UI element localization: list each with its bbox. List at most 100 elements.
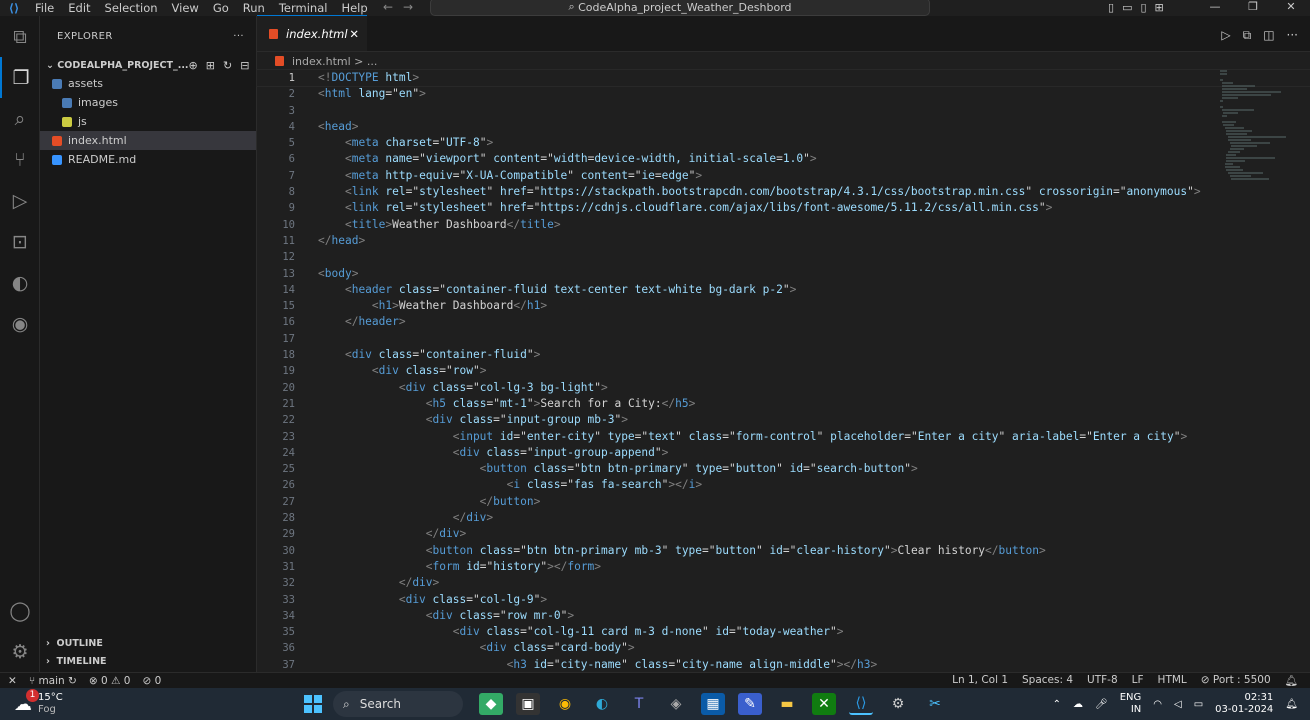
start-button[interactable] [304,695,322,713]
code-line[interactable]: 36 <div class="card-body"> [257,640,1310,656]
language-indicator[interactable]: ENG IN [1120,692,1142,716]
xbox-icon[interactable]: ✕ [812,693,836,715]
code-line[interactable]: 18 <div class="container-fluid"> [257,347,1310,363]
search-activity-icon[interactable]: ⌕ [0,98,40,139]
tab-index-html[interactable]: index.html ✕ [257,15,367,51]
snipping-tool-icon[interactable]: ✂ [923,693,947,715]
live-server-port[interactable]: ⊘ Port : 5500 [1201,674,1271,687]
settings-taskbar-icon[interactable]: ⚙ [886,693,910,715]
copilot-icon[interactable]: ◆ [479,693,503,715]
taskbar-search[interactable]: ⌕ Search [333,691,463,717]
run-debug-icon[interactable]: ▷ [0,180,40,221]
code-line[interactable]: 7 <meta http-equiv="X-UA-Compatible" con… [257,168,1310,184]
code-line[interactable]: 5 <meta charset="UTF-8"> [257,135,1310,151]
gitlens-icon[interactable]: ◐ [0,262,40,303]
cursor-position[interactable]: Ln 1, Col 1 [952,674,1008,687]
files-activity-icon[interactable]: ❐ [0,57,40,98]
vscode-taskbar-icon[interactable]: ⟨⟩ [849,693,873,715]
show-hidden-icons-icon[interactable]: ⌃ [1053,699,1061,710]
code-editor[interactable]: 1 <!DOCTYPE html> 2 <html lang="en"> 3 4 <head… [256,68,1310,672]
split-editor-icon[interactable]: ◫ [1263,28,1274,43]
menu-selection[interactable]: Selection [98,1,165,15]
extension-icon[interactable]: ◉ [0,303,40,344]
code-line[interactable]: 1 <!DOCTYPE html> [256,68,1310,88]
code-line[interactable]: 31 <form id="history"></form> [257,559,1310,575]
clock[interactable]: 02:31 03-01-2024 [1215,692,1273,716]
file-tree-item[interactable]: js [40,112,256,131]
explorer-activity-icon[interactable]: ⧉ [0,16,40,57]
code-line[interactable]: 8 <link rel="stylesheet" href="https://s… [257,184,1310,200]
explorer-actions[interactable]: ⊕⊞↻⊟ [189,59,258,72]
code-line[interactable]: 17 [257,331,1310,347]
code-line[interactable]: 32 </div> [257,575,1310,591]
notifications-icon[interactable]: 🔔︎ [1285,674,1298,687]
more-icon[interactable]: ··· [1287,28,1298,43]
menu-view[interactable]: View [165,1,206,15]
file-explorer-icon[interactable]: ▬ [775,693,799,715]
pen-app-icon[interactable]: ✎ [738,693,762,715]
run-icon[interactable]: ▷ [1221,28,1230,43]
toggle-panel-icon[interactable]: ▭ [1122,1,1132,14]
code-line[interactable]: 16 </header> [257,314,1310,330]
battery-icon[interactable]: ▭ [1194,699,1203,710]
code-line[interactable]: 23 <input id="enter-city" type="text" cl… [257,429,1310,445]
code-line[interactable]: 13 <body> [257,266,1310,282]
code-line[interactable]: 10 <title>Weather Dashboard</title> [257,217,1310,233]
store-icon[interactable]: ▦ [701,693,725,715]
file-tree-item[interactable]: assets [40,74,256,93]
code-line[interactable]: 14 <header class="container-fluid text-c… [257,282,1310,298]
menu-file[interactable]: File [28,1,61,15]
code-line[interactable]: 9 <link rel="stylesheet" href="https://c… [257,200,1310,216]
ports-indicator[interactable]: ⊘ 0 [142,675,161,687]
app-icon[interactable]: ◈ [664,693,688,715]
open-preview-icon[interactable]: ⧉ [1243,28,1252,43]
task-view-icon[interactable]: ▣ [516,693,540,715]
nav-arrows[interactable]: ←→ [383,0,423,14]
code-line[interactable]: 3 [257,103,1310,119]
code-line[interactable]: 2 <html lang="en"> [257,86,1310,102]
code-line[interactable]: 34 <div class="row mr-0"> [257,608,1310,624]
file-tree-item[interactable]: README.md [40,150,256,169]
code-line[interactable]: 24 <div class="input-group-append"> [257,445,1310,461]
settings-gear-icon[interactable]: ⚙ [0,631,40,672]
timeline-section[interactable]: › TIMELINE [40,652,257,670]
toggle-secondary-sidebar-icon[interactable]: ▯ [1140,1,1146,14]
encoding[interactable]: UTF-8 [1087,674,1118,687]
menu-terminal[interactable]: Terminal [272,1,335,15]
command-center-search[interactable]: ⌕ CodeAlpha_project_Weather_Deshbord [430,0,930,16]
file-tree-item[interactable]: index.html [40,131,256,150]
code-line[interactable]: 6 <meta name="viewport" content="width=d… [257,151,1310,167]
notification-bell-icon[interactable]: 🔔︎ [1285,699,1298,710]
code-line[interactable]: 19 <div class="row"> [257,363,1310,379]
minimize-button[interactable]: — [1196,0,1234,13]
remote-indicator-icon[interactable]: ✕ [8,675,17,687]
source-control-icon[interactable]: ⑂ [0,139,40,180]
branch-indicator[interactable]: ⑂ main ↻ [29,675,77,687]
remote-explorer-icon[interactable]: ⊡ [0,221,40,262]
code-line[interactable]: 35 <div class="col-lg-11 card m-3 d-none… [257,624,1310,640]
menu-run[interactable]: Run [236,1,272,15]
onedrive-icon[interactable]: ☁ [1073,699,1083,710]
microphone-icon[interactable]: 🎤︎ [1095,699,1108,710]
code-line[interactable]: 30 <button class="btn btn-primary mb-3" … [257,543,1310,559]
minimap[interactable] [1220,70,1295,180]
code-line[interactable]: 21 <h5 class="mt-1">Search for a City:</… [257,396,1310,412]
code-line[interactable]: 11 </head> [257,233,1310,249]
outline-section[interactable]: › OUTLINE [40,634,257,652]
menu-go[interactable]: Go [206,1,236,15]
customize-layout-icon[interactable]: ⊞ [1155,1,1164,14]
menu-help[interactable]: Help [334,1,374,15]
layout-controls[interactable]: ▯ ▭ ▯ ⊞ [1108,1,1164,14]
edge-icon[interactable]: ◐ [590,693,614,715]
code-line[interactable]: 12 [257,249,1310,265]
menu-edit[interactable]: Edit [61,1,97,15]
file-tree-item[interactable]: images [40,93,256,112]
toggle-sidebar-icon[interactable]: ▯ [1108,1,1114,14]
code-line[interactable]: 27 </button> [257,494,1310,510]
code-line[interactable]: 26 <i class="fas fa-search"></i> [257,477,1310,493]
end-of-line[interactable]: LF [1132,674,1144,687]
code-line[interactable]: 28 </div> [257,510,1310,526]
teams-icon[interactable]: T [627,693,651,715]
code-line[interactable]: 15 <h1>Weather Dashboard</h1> [257,298,1310,314]
project-folder-header[interactable]: ⌄ CODEALPHA_PROJECT_... ⊕⊞↻⊟ [40,56,256,74]
